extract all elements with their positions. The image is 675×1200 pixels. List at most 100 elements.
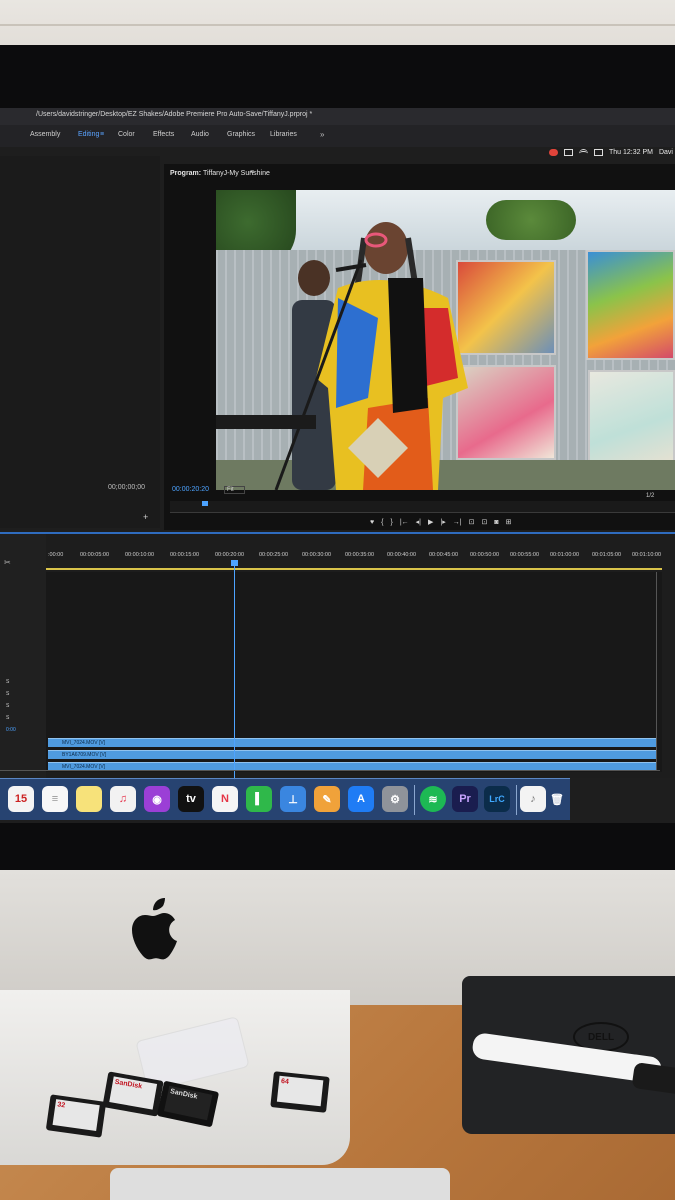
podcasts-icon[interactable]: ◉ [144,786,170,812]
ruler-tick-label: 00:00:20:00 [215,552,245,558]
display-icon[interactable] [564,148,574,156]
sd-card-label: SanDisk [163,1085,213,1121]
scrub-playhead[interactable] [202,501,208,506]
go-to-in-button[interactable]: |← [400,519,409,526]
export-frame-button[interactable]: ◙ [494,519,498,526]
user-name[interactable]: Davi [659,149,673,156]
program-menu-icon[interactable]: ≡ [250,169,254,176]
mark-out-button[interactable]: } [391,519,393,526]
sd-card: 32 [45,1094,107,1138]
app-glyph: ⊥ [288,793,298,806]
ruler-tick-label: 00:00:25:00 [259,552,289,558]
clock[interactable]: Thu 12:32 PM [609,149,653,156]
more-workspaces-button[interactable]: » [320,130,324,139]
tab-effects[interactable]: Effects [153,131,174,138]
solo-track-button[interactable]: S [6,679,9,685]
app-glyph: ♫ [118,793,128,805]
solo-track-button[interactable]: S [6,703,9,709]
resolution-select[interactable]: 1/2 [646,493,654,499]
video-clip[interactable]: BY1A6709.MOV [V] [48,750,656,759]
work-area-bar[interactable] [46,568,662,570]
app-glyph: ≡ [51,793,59,805]
zoom-select[interactable]: Fit [224,486,245,494]
dock-separator [516,785,517,815]
reminders-icon[interactable]: ≡ [42,786,68,812]
tab-audio[interactable]: Audio [191,131,209,138]
ruler-tick-label: 00:00:40:00 [387,552,417,558]
app-glyph: ◉ [152,793,162,806]
transport-controls: ♥ { } |← ◂| ▶ |▸ →| ⊡ ⊡ ◙ ⊞ [370,516,511,528]
timeline-timecode[interactable]: 0:00 [6,727,16,733]
ruler-tick-label: 00:00:30:00 [302,552,332,558]
apple-logo-icon [132,898,177,960]
app-glyph: ⚙ [390,793,400,806]
compare-button[interactable]: ⊞ [506,518,512,526]
ruler-tick-label: 00:00:35:00 [345,552,375,558]
menu-bar-status: Thu 12:32 PM Davi [549,144,675,160]
tab-graphics[interactable]: Graphics [227,131,255,138]
calendar-icon[interactable]: 15 [8,786,34,812]
screen: /Users/davidstringer/Desktop/EZ Shakes/A… [0,108,675,823]
app-glyph: N [221,793,229,805]
app-glyph: ≋ [428,793,438,806]
spotify-icon[interactable]: ≋ [420,786,446,812]
tab-editing[interactable]: Editing [78,131,99,138]
wifi-icon[interactable] [579,148,589,156]
video-clip[interactable]: MVI_7024.MOV [V] [48,738,656,747]
source-add-button[interactable]: + [143,512,148,522]
timeline-vertical-scrollbar[interactable] [656,572,662,770]
mark-in-button[interactable]: { [381,519,383,526]
program-scrub-bar[interactable] [170,501,675,513]
app-store-icon[interactable]: A [348,786,374,812]
app-glyph: ♪ [530,793,536,805]
source-timecode[interactable]: 00;00;00;00 [108,484,145,491]
program-timecode[interactable]: 00:00:20:20 [172,486,209,493]
program-monitor-title: Program: TiffanyJ-My Sunshine [170,170,270,177]
trash-icon[interactable]: 🗑 [544,786,570,812]
program-label: Program: [170,170,202,177]
app-glyph: ▌ [255,793,263,805]
app-glyph: LrC [489,794,505,804]
news-icon[interactable]: N [212,786,238,812]
solo-track-button[interactable]: S [6,691,9,697]
lift-button[interactable]: ⊡ [469,518,475,526]
wrench-icon[interactable]: ✂ [4,558,11,567]
tab-libraries[interactable]: Libraries [270,131,297,138]
lightroom-classic-icon[interactable]: LrC [484,786,510,812]
tab-assembly[interactable]: Assembly [30,131,60,138]
timeline-tracks[interactable]: MVI_7024.MOV [V] BY1A6709.MOV [V] MVI_70… [46,572,662,772]
ruler-tick-label: 00:00:15:00 [170,552,200,558]
keynote-icon[interactable]: ⊥ [280,786,306,812]
sd-card-label: 64 [276,1075,324,1107]
step-forward-button[interactable]: |▸ [440,518,445,526]
play-button[interactable]: ▶ [428,518,433,526]
app-glyph: ✎ [322,793,332,806]
app-glyph: 🗑 [550,793,564,806]
clip-label: BY1A6709.MOV [V] [62,752,107,758]
pages-icon[interactable]: ✎ [314,786,340,812]
add-marker-button[interactable]: ♥ [370,519,374,526]
recording-icon[interactable] [549,148,559,156]
ruler-tick-label: 00:00:50:00 [470,552,500,558]
extract-button[interactable]: ⊡ [481,518,487,526]
solo-track-button[interactable]: S [6,715,9,721]
numbers-icon[interactable]: ▌ [246,786,272,812]
ruler-tick-label: 00:00:05:00 [80,552,110,558]
timeline-horizontal-scrollbar[interactable] [0,770,660,776]
go-to-out-button[interactable]: →| [453,519,462,526]
ruler-tick-label: 00:00:45:00 [429,552,459,558]
music-icon[interactable]: ♫ [110,786,136,812]
ruler-tick-label: 00:01:10:00 [632,552,662,558]
workspace-menu-icon[interactable]: ≡ [100,131,104,138]
system-preferences-icon[interactable]: ⚙ [382,786,408,812]
premiere-pro-icon[interactable]: Pr [452,786,478,812]
clip-label: MVI_7024.MOV [V] [62,740,106,746]
dock-separator [414,785,415,815]
notes-icon[interactable] [76,786,102,812]
tab-color[interactable]: Color [118,131,135,138]
airplay-icon[interactable] [594,148,604,156]
tv-icon[interactable]: tv [178,786,204,812]
music-file-icon[interactable]: ♪ [520,786,546,812]
step-back-button[interactable]: ◂| [416,518,421,526]
sd-card-label: SanDisk [109,1076,158,1110]
